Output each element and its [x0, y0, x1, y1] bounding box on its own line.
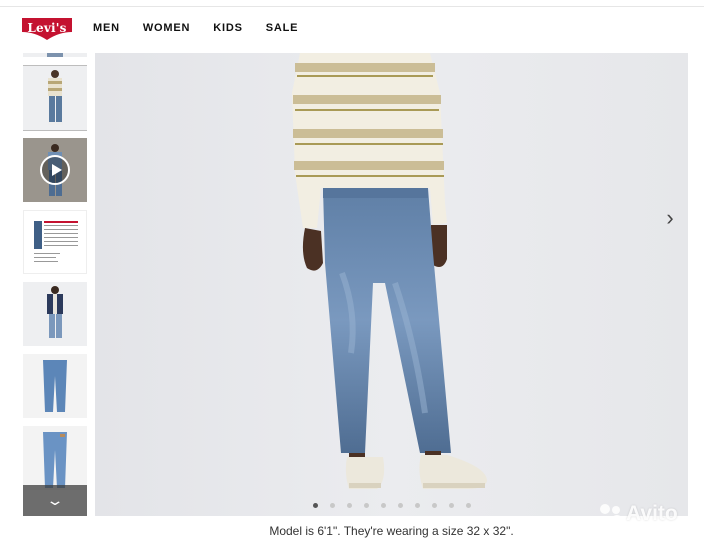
avito-logo-icon: [600, 504, 623, 527]
next-image-button[interactable]: ›: [660, 203, 680, 233]
nav-item-men[interactable]: MEN: [93, 22, 120, 34]
levis-logo[interactable]: Levi's: [22, 18, 72, 40]
nav-item-women[interactable]: WOMEN: [143, 22, 190, 34]
watermark-text: Avito: [626, 502, 678, 525]
model-jacket-thumb-image: [47, 286, 63, 338]
product-main-image[interactable]: ›: [95, 53, 688, 516]
carousel-dot[interactable]: [448, 503, 454, 508]
top-divider: [0, 6, 704, 7]
thumbnail-partial[interactable]: [23, 53, 87, 57]
carousel-dot[interactable]: [363, 503, 369, 508]
carousel-dot[interactable]: [431, 503, 437, 508]
carousel-dot[interactable]: [414, 503, 420, 508]
carousel-dot[interactable]: [312, 503, 318, 508]
carousel-dot[interactable]: [346, 503, 352, 508]
thumbnail-size-chart[interactable]: [23, 210, 87, 274]
nav-item-sale[interactable]: SALE: [266, 22, 299, 34]
carousel-dot[interactable]: [397, 503, 403, 508]
thumbnail-list: [23, 53, 87, 516]
nav-item-kids[interactable]: KIDS: [213, 22, 242, 34]
thumbnail-video[interactable]: [23, 138, 87, 202]
thumbnail-jeans-back[interactable]: [23, 426, 87, 490]
size-chart-thumb-image: [34, 221, 78, 262]
model-photo: [95, 53, 688, 516]
thumbnail-model-jacket[interactable]: [23, 282, 87, 346]
thumbnail-jeans-front[interactable]: [23, 354, 87, 418]
carousel-dot[interactable]: [465, 503, 471, 508]
thumbnails-scroll-down-button[interactable]: ⌄: [23, 485, 87, 516]
play-icon[interactable]: [40, 155, 70, 185]
jeans-front-thumb-image: [43, 360, 67, 412]
model-thumb-image: [48, 70, 63, 125]
jeans-back-thumb-image: [43, 432, 67, 488]
thumbnail-model-front[interactable]: [23, 65, 87, 131]
chevron-down-icon: ⌄: [45, 492, 65, 508]
site-header: Levi's MEN WOMEN KIDS SALE: [0, 8, 704, 52]
carousel-dot[interactable]: [329, 503, 335, 508]
carousel-dot[interactable]: [380, 503, 386, 508]
logo-text: Levi's: [27, 21, 67, 35]
chevron-right-icon: ›: [666, 205, 674, 230]
main-nav: MEN WOMEN KIDS SALE: [93, 22, 321, 34]
avito-watermark: Avito: [598, 502, 698, 528]
